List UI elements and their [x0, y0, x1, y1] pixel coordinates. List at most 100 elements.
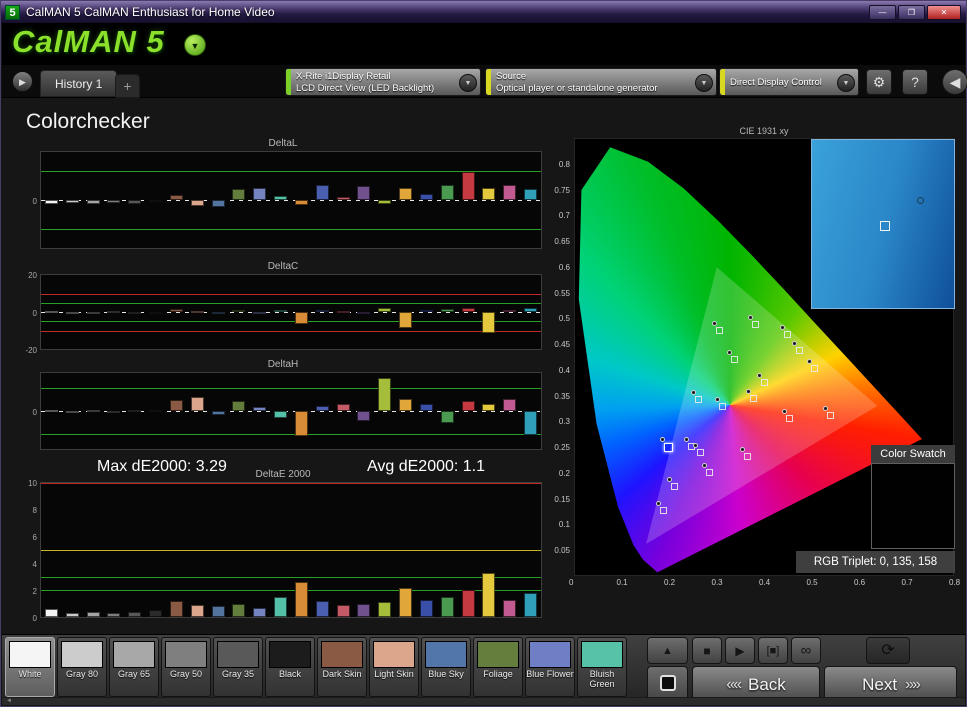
- target-point: [750, 395, 757, 402]
- swatch-scrollbar[interactable]: ◄: [2, 697, 965, 705]
- chart-bar: [357, 604, 370, 617]
- chart-bar: [87, 410, 100, 412]
- chart-bar: [45, 311, 58, 313]
- tab-history-1[interactable]: History 1: [40, 70, 117, 97]
- measured-point: [656, 501, 661, 506]
- reference-line: [41, 577, 541, 578]
- add-tab-button[interactable]: +: [115, 74, 140, 98]
- titlebar[interactable]: 5 CalMAN 5 CalMAN Enthusiast for Home Vi…: [1, 1, 966, 23]
- swatch-label: Dark Skin: [318, 669, 366, 679]
- chart-bar: [128, 612, 141, 617]
- chart-bar: [441, 411, 454, 423]
- reference-line: [41, 303, 541, 304]
- cie-y-tick: 0.4: [559, 366, 570, 375]
- chart-bar: [503, 310, 516, 312]
- deltal-plot: [40, 151, 542, 249]
- swatch-black[interactable]: Black: [265, 637, 315, 697]
- chart-bar: [212, 312, 225, 314]
- expand-panel-button[interactable]: ▶: [12, 71, 33, 92]
- display-control-dropdown[interactable]: Direct Display Control ▼: [719, 68, 859, 96]
- swatch-label: Gray 35: [214, 669, 262, 679]
- chart-bar: [191, 200, 204, 206]
- cie-y-tick: 0.05: [554, 546, 570, 555]
- source-dropdown[interactable]: Source Optical player or standalone gene…: [485, 68, 717, 96]
- cie-y-tick: 0.15: [554, 495, 570, 504]
- cie-x-axis: 00.10.20.30.40.50.60.70.8: [574, 578, 954, 590]
- chart-bar: [482, 188, 495, 200]
- chart-bar: [232, 604, 245, 617]
- scroll-left-icon[interactable]: ◄: [2, 698, 16, 705]
- minimize-button[interactable]: —: [869, 5, 896, 20]
- swatch-gray-80[interactable]: Gray 80: [57, 637, 107, 697]
- cie-y-tick: 0.6: [559, 263, 570, 272]
- chart-bar: [378, 200, 391, 204]
- toolbar: ▶ History 1 + X-Rite i1Display Retail LC…: [2, 65, 965, 98]
- stop-button[interactable]: ■: [692, 637, 722, 664]
- chart-bar: [128, 312, 141, 314]
- help-button[interactable]: ?: [902, 69, 928, 95]
- calman-logo: CalMAN 5: [12, 24, 165, 60]
- meter-dropdown[interactable]: X-Rite i1Display Retail LCD Direct View …: [285, 68, 481, 96]
- cie-x-tick: 0.7: [902, 578, 913, 587]
- settings-button[interactable]: ⚙: [866, 69, 892, 95]
- chart-bar: [66, 411, 79, 413]
- chart-bar: [253, 312, 266, 314]
- swatch-blue-flower[interactable]: Blue Flower: [525, 637, 575, 697]
- chart-bar: [295, 411, 308, 436]
- target-point: [660, 507, 667, 514]
- chart-bar: [337, 197, 350, 200]
- swatch-color-block: [477, 641, 519, 668]
- target-point: [716, 327, 723, 334]
- deltal-chart: DeltaL 0: [24, 138, 542, 249]
- chart-bar: [524, 189, 537, 200]
- chart-bar: [66, 613, 79, 617]
- target-point: [761, 379, 768, 386]
- reference-line: [41, 483, 541, 484]
- deltal-y-axis: 0: [24, 152, 39, 249]
- single-measure-button[interactable]: [■]: [758, 637, 788, 664]
- meter-dropdown-arrow-icon[interactable]: ▼: [459, 74, 477, 92]
- swatch-white[interactable]: White: [5, 637, 55, 697]
- display-dropdown-arrow-icon[interactable]: ▼: [837, 74, 855, 92]
- chart-bar: [87, 312, 100, 314]
- chart-bar: [107, 311, 120, 313]
- chart-bar: [191, 397, 204, 411]
- chart-bar: [378, 602, 391, 617]
- chart-bar: [482, 573, 495, 617]
- maximize-button[interactable]: ❐: [898, 5, 925, 20]
- swatch-bluish-green[interactable]: Bluish Green: [577, 637, 627, 697]
- chart-bar: [357, 312, 370, 314]
- chart-bar: [503, 399, 516, 411]
- play-button[interactable]: ▶: [725, 637, 755, 664]
- source-name: Source: [496, 71, 694, 83]
- continuous-measure-button[interactable]: ∞: [791, 637, 821, 664]
- swatch-gray-65[interactable]: Gray 65: [109, 637, 159, 697]
- chart-bar: [170, 601, 183, 617]
- main-content: Colorchecker DeltaL 0 DeltaC 200-20 Delt…: [2, 98, 965, 634]
- target-point: [752, 321, 759, 328]
- target-point: [784, 331, 791, 338]
- refresh-button[interactable]: ⟳: [866, 637, 910, 664]
- swatch-label: Blue Flower: [526, 669, 574, 679]
- help-icon: ?: [911, 74, 919, 90]
- chart-bar: [316, 406, 329, 411]
- swatch-blue-sky[interactable]: Blue Sky: [421, 637, 471, 697]
- source-dropdown-arrow-icon[interactable]: ▼: [695, 74, 713, 92]
- logo-menu-button[interactable]: ▼: [184, 34, 206, 56]
- swatch-foliage[interactable]: Foliage: [473, 637, 523, 697]
- measured-point: [748, 315, 753, 320]
- swatch-gray-50[interactable]: Gray 50: [161, 637, 211, 697]
- meter-position-button[interactable]: ▲: [647, 637, 688, 664]
- swatch-gray-35[interactable]: Gray 35: [213, 637, 263, 697]
- swatch-light-skin[interactable]: Light Skin: [369, 637, 419, 697]
- y-tick-label: 8: [33, 506, 37, 515]
- cie-y-tick: 0.3: [559, 417, 570, 426]
- collapse-panel-button[interactable]: ◀: [942, 69, 967, 95]
- deltah-chart-title: DeltaH: [24, 359, 542, 372]
- deltae-chart-title: DeltaE 2000: [24, 469, 542, 482]
- close-button[interactable]: ✕: [927, 5, 961, 20]
- reference-line: [41, 229, 541, 230]
- swatch-dark-skin[interactable]: Dark Skin: [317, 637, 367, 697]
- target-square-icon: [660, 675, 676, 691]
- chart-bar: [274, 196, 287, 200]
